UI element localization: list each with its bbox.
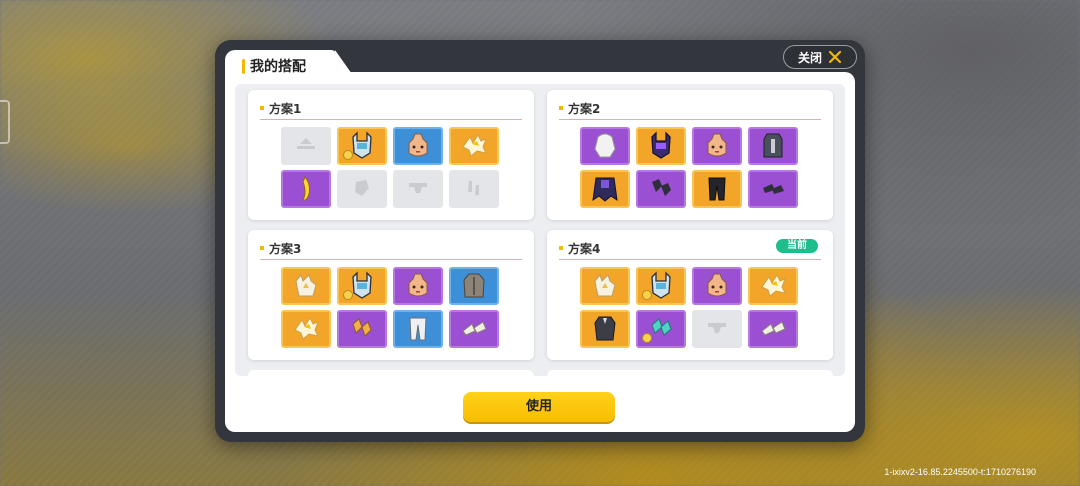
dialog-title: 我的搭配 (250, 59, 306, 75)
dark-gloves-icon (646, 174, 676, 204)
grey-coat-icon (459, 271, 489, 301)
outfit-slot[interactable] (393, 310, 443, 348)
outfit-slot[interactable] (692, 310, 742, 348)
outfit-slot[interactable] (337, 127, 387, 165)
outfit-slot[interactable] (692, 170, 742, 208)
outfit-slot[interactable] (580, 127, 630, 165)
outfit-card-3[interactable]: 方案3 (248, 230, 534, 360)
outfit-slot[interactable] (281, 170, 331, 208)
outfit-slot[interactable] (748, 310, 798, 348)
face-icon (702, 131, 732, 161)
side-tab-handle[interactable] (0, 100, 10, 144)
white-hood-icon (590, 131, 620, 161)
outfit-slot[interactable] (337, 310, 387, 348)
hat-placeholder-icon (291, 131, 321, 161)
outfit-card-header: 方案1 (260, 100, 522, 120)
outfit-card-5-peek[interactable] (248, 370, 534, 376)
close-button[interactable]: 关闭 (783, 45, 857, 69)
outfit-card-4[interactable]: 方案4 当前 (547, 230, 833, 360)
use-button[interactable]: 使用 (463, 392, 615, 422)
outfit-slot[interactable] (281, 310, 331, 348)
outfit-card-2[interactable]: 方案2 (547, 90, 833, 220)
outfit-slots (580, 267, 798, 348)
face-icon (702, 271, 732, 301)
gold-gloves-icon (347, 314, 377, 344)
outfit-slot[interactable] (748, 267, 798, 305)
coin-badge-icon (642, 333, 652, 343)
dark-cape-icon (590, 174, 620, 204)
glove-placeholder-icon (347, 174, 377, 204)
banana-icon (291, 174, 321, 204)
outfit-slot[interactable] (281, 127, 331, 165)
dark-helmet-icon (646, 131, 676, 161)
outfit-name: 方案2 (568, 102, 601, 116)
outfit-slot[interactable] (393, 127, 443, 165)
outfit-slots (281, 127, 499, 208)
close-label: 关闭 (797, 50, 822, 65)
outfit-slots (580, 127, 798, 208)
outfit-slots (281, 267, 499, 348)
dark-suit-icon (590, 314, 620, 344)
close-icon (828, 50, 842, 64)
outfit-slot[interactable] (337, 170, 387, 208)
bullet-icon (260, 106, 264, 110)
outfit-slot[interactable] (580, 267, 630, 305)
outfit-slot[interactable] (692, 267, 742, 305)
face-icon (403, 131, 433, 161)
wing-icon (459, 131, 489, 161)
shoes-placeholder-icon (459, 174, 489, 204)
outfit-card-6-peek[interactable] (547, 370, 833, 376)
wing-icon (291, 314, 321, 344)
outfit-slot[interactable] (636, 310, 686, 348)
outfit-slot[interactable] (449, 170, 499, 208)
outfit-dialog: 我的搭配 关闭 方案1 方案2 方案3 方案4 当前 使用 (215, 40, 865, 442)
outfit-slot[interactable] (636, 267, 686, 305)
outfit-slot[interactable] (692, 127, 742, 165)
outfit-slot[interactable] (580, 310, 630, 348)
white-shoes-icon (459, 314, 489, 344)
white-shoes-icon (758, 314, 788, 344)
dark-pants-icon (702, 174, 732, 204)
outfit-slot[interactable] (449, 267, 499, 305)
outfit-slot[interactable] (281, 267, 331, 305)
outfit-slot[interactable] (449, 310, 499, 348)
bullet-icon (559, 106, 563, 110)
outfit-slot[interactable] (393, 170, 443, 208)
wing-icon (758, 271, 788, 301)
outfit-name: 方案4 (568, 242, 601, 256)
outfit-slot[interactable] (449, 127, 499, 165)
outfit-slot[interactable] (580, 170, 630, 208)
title-accent-bar (242, 59, 245, 74)
white-hat-icon (590, 271, 620, 301)
pants-placeholder-icon (702, 314, 732, 344)
coin-badge-icon (642, 290, 652, 300)
coin-badge-icon (343, 150, 353, 160)
version-string: 1-ixixv2-16.85.2245500-t:1710276190 (884, 467, 1036, 477)
white-hat-icon (291, 271, 321, 301)
pants-placeholder-icon (403, 174, 433, 204)
outfit-list[interactable]: 方案1 方案2 方案3 方案4 当前 (235, 84, 845, 376)
outfit-slot[interactable] (393, 267, 443, 305)
outfit-card-1[interactable]: 方案1 (248, 90, 534, 220)
outfit-card-header: 方案2 (559, 100, 821, 120)
outfit-slot[interactable] (748, 127, 798, 165)
outfit-name: 方案3 (269, 242, 302, 256)
white-pants-icon (403, 314, 433, 344)
outfit-slot[interactable] (337, 267, 387, 305)
outfit-slot[interactable] (748, 170, 798, 208)
outfit-card-header: 方案3 (260, 240, 522, 260)
dark-coat-icon (758, 131, 788, 161)
coin-badge-icon (343, 290, 353, 300)
outfit-slot[interactable] (636, 127, 686, 165)
current-badge: 当前 (776, 239, 818, 253)
outfit-card-header: 方案4 当前 (559, 239, 821, 260)
outfit-slot[interactable] (636, 170, 686, 208)
bullet-icon (559, 246, 563, 250)
face-icon (403, 271, 433, 301)
outfit-name: 方案1 (269, 102, 302, 116)
dark-shoes-icon (758, 174, 788, 204)
bullet-icon (260, 246, 264, 250)
